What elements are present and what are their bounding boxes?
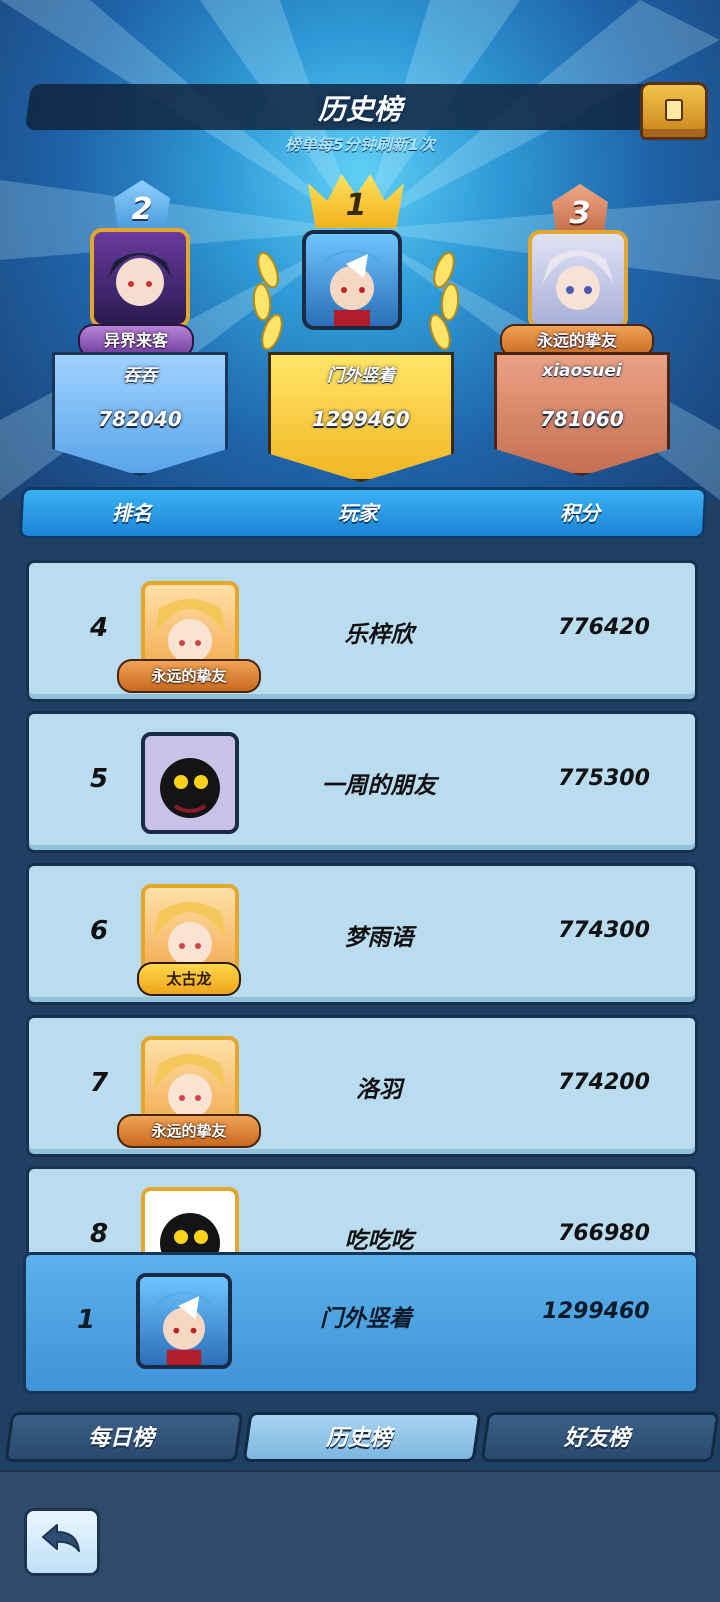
player-name: 吞吞 [123,366,157,386]
table-row[interactable]: 4 永远的挚友 乐梓欣 776420 [26,560,698,702]
bottom-bar [0,1470,720,1602]
refresh-hint: 榜单每5分钟刷新1次 [284,135,436,154]
column-header-player: 玩家 [338,501,378,525]
player-name: 吃吃吃 [344,1228,414,1253]
player-title-tag: 永远的挚友 [117,659,261,693]
table-row[interactable]: 8 吃吃吃 766980 [26,1166,698,1253]
rank-cell: 4 [89,613,109,643]
player-name: 门外竖着 [327,366,395,386]
player-score: 776420 [558,615,650,640]
rank-cell: 5 [89,764,109,794]
player-score: 774300 [558,918,650,943]
player-name: 一周的朋友 [321,773,437,799]
avatar [302,230,402,330]
table-row[interactable]: 6 太古龙 梦雨语 774300 [26,863,698,1005]
back-button[interactable] [24,1508,100,1576]
column-header-rank: 排名 [112,501,152,525]
player-name: 乐梓欣 [344,622,414,648]
player-name: 梦雨语 [344,925,414,951]
tab-friends-label: 好友榜 [563,1426,630,1451]
avatar [141,732,239,834]
treasure-chest-icon[interactable] [640,82,708,140]
player-name: xiaosuei [542,361,622,381]
rank-cell: 8 [89,1219,109,1249]
player-score: 766980 [558,1221,650,1246]
column-header-score: 积分 [560,501,600,525]
player-score: 782040 [98,407,182,431]
player-score: 1299460 [542,1299,650,1324]
table-row[interactable]: 5 一周的朋友 775300 [26,711,698,853]
avatar [136,1273,232,1369]
page-title: 历史榜 [317,93,402,126]
back-arrow-icon [42,1524,80,1552]
player-score: 1299460 [312,407,410,431]
player-score: 774200 [558,1070,650,1095]
player-title-tag: 永远的挚友 [117,1114,261,1148]
tab-history-label: 历史榜 [325,1426,392,1451]
avatar [528,230,628,330]
player-name: 门外竖着 [320,1306,412,1332]
player-score: 775300 [558,766,650,791]
ranking-list[interactable]: 4 永远的挚友 乐梓欣 776420 5 一周的朋友 775300 6 太古龙 … [0,538,720,1253]
rank-1-badge: 1 [345,188,367,223]
avatar [141,1187,239,1253]
rank-cell: 1 [76,1305,96,1335]
player-score: 781060 [540,407,624,431]
rank-cell: 6 [89,916,109,946]
avatar [90,228,190,328]
rank-cell: 7 [89,1068,109,1098]
my-rank-row[interactable]: 1 门外竖着 1299460 [23,1252,699,1394]
table-row[interactable]: 7 永远的挚友 洛羽 774200 [26,1015,698,1157]
player-name: 洛羽 [356,1077,402,1103]
player-title-tag: 太古龙 [137,962,241,996]
tab-daily-label: 每日榜 [87,1426,154,1451]
